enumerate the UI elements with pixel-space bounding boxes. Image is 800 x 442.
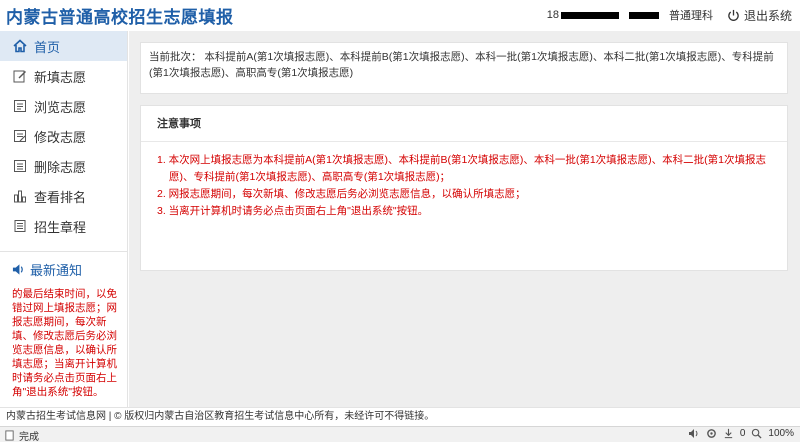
redaction-bar <box>628 11 659 19</box>
sound-icon[interactable] <box>688 428 700 439</box>
settings-icon[interactable] <box>706 428 717 439</box>
sidebar-item-ranking[interactable]: 查看排名 <box>0 181 127 211</box>
latest-notice-title: 最新通知 <box>30 263 83 278</box>
zoom-level[interactable]: 100% <box>768 428 794 439</box>
copyright-text: | © 版权归内蒙古自治区教育招生考试信息中心所有，未经许可不得链接。 <box>108 411 435 422</box>
notes-title: 注意事项 <box>141 106 787 142</box>
site-link[interactable]: 内蒙古招生考试信息网 <box>6 411 106 422</box>
page-icon <box>5 430 14 441</box>
main-content: 当前批次： 本科提前A(第1次填报志愿)、本科提前B(第1次填报志愿)、本科一批… <box>129 31 800 407</box>
app-title: 内蒙古普通高校招生志愿填报 <box>6 8 234 27</box>
sidebar-item-label: 首页 <box>34 39 61 55</box>
charter-icon <box>12 218 28 234</box>
phone-prefix: 18 <box>546 9 559 21</box>
sidebar-item-new[interactable]: 新填志愿 <box>0 61 127 91</box>
latest-notice-header: 最新通知 <box>0 251 127 279</box>
sidebar-item-home[interactable]: 首页 <box>0 31 127 61</box>
download-icon[interactable] <box>723 428 734 439</box>
status-count: 0 <box>739 428 746 439</box>
latest-notice-text: 的最后结束时间，以免错过网上填报志愿；网报志愿期间，每次新填、修改志愿后务必浏览… <box>12 288 117 398</box>
notes-list: 1. 本次网上填报志愿为本科提前A(第1次填报志愿)、本科提前B(第1次填报志愿… <box>141 142 787 220</box>
sidebar-item-label: 招生章程 <box>34 219 87 235</box>
note-item: 2. 网报志愿期间，每次新填、修改志愿后务必浏览志愿信息，以确认所填志愿； <box>157 188 526 200</box>
browser-statusbar: 完成 0 100% <box>0 426 800 442</box>
batch-text: 本科提前A(第1次填报志愿)、本科提前B(第1次填报志愿)、本科一批(第1次填报… <box>149 51 774 79</box>
footer: 内蒙古招生考试信息网 | © 版权归内蒙古自治区教育招生考试信息中心所有，未经许… <box>0 407 800 426</box>
speaker-icon <box>12 263 25 276</box>
list-icon <box>12 98 28 114</box>
status-text: 完成 <box>19 432 39 442</box>
sidebar-item-label: 查看排名 <box>34 189 87 205</box>
redaction-bar <box>560 11 619 19</box>
sidebar-item-label: 浏览志愿 <box>34 99 87 115</box>
note-item: 1. 本次网上填报志愿为本科提前A(第1次填报志愿)、本科提前B(第1次填报志愿… <box>157 154 767 183</box>
sidebar-item-charter[interactable]: 招生章程 <box>0 211 127 241</box>
logout-button[interactable]: 退出系统 <box>727 7 792 24</box>
header: 内蒙古普通高校招生志愿填报 18 普通理科 退出系统 <box>0 0 800 30</box>
delete-icon <box>12 158 28 174</box>
sidebar-item-browse[interactable]: 浏览志愿 <box>0 91 127 121</box>
modify-icon <box>12 128 28 144</box>
notes-panel: 注意事项 1. 本次网上填报志愿为本科提前A(第1次填报志愿)、本科提前B(第1… <box>140 105 788 271</box>
sidebar-item-label: 删除志愿 <box>34 159 87 175</box>
power-icon <box>728 9 739 21</box>
sidebar-item-label: 新填志愿 <box>34 69 87 85</box>
sidebar-item-delete[interactable]: 删除志愿 <box>0 151 127 181</box>
sidebar-item-label: 修改志愿 <box>34 129 87 145</box>
batch-label: 当前批次： <box>149 51 202 63</box>
zoom-icon[interactable] <box>751 428 762 439</box>
home-icon <box>12 38 28 54</box>
ranking-icon <box>12 188 28 204</box>
current-batch-panel: 当前批次： 本科提前A(第1次填报志愿)、本科提前B(第1次填报志愿)、本科一批… <box>140 42 788 94</box>
user-area: 18 普通理科 退出系统 <box>547 6 792 24</box>
sidebar: 首页 新填志愿 浏览志愿 修改志愿 删除志愿 查看排名 招生章程 最新通知 的最… <box>0 31 128 407</box>
user-phone: 18 <box>547 9 659 21</box>
status-right: 0 100% <box>688 428 794 439</box>
status-left: 完成 <box>4 428 39 442</box>
sidebar-item-modify[interactable]: 修改志愿 <box>0 121 127 151</box>
subject-category: 普通理科 <box>668 10 713 22</box>
note-item: 3. 当离开计算机时请务必点击页面右上角"退出系统"按钮。 <box>157 205 429 217</box>
logout-label: 退出系统 <box>743 8 792 23</box>
edit-icon <box>12 68 28 84</box>
